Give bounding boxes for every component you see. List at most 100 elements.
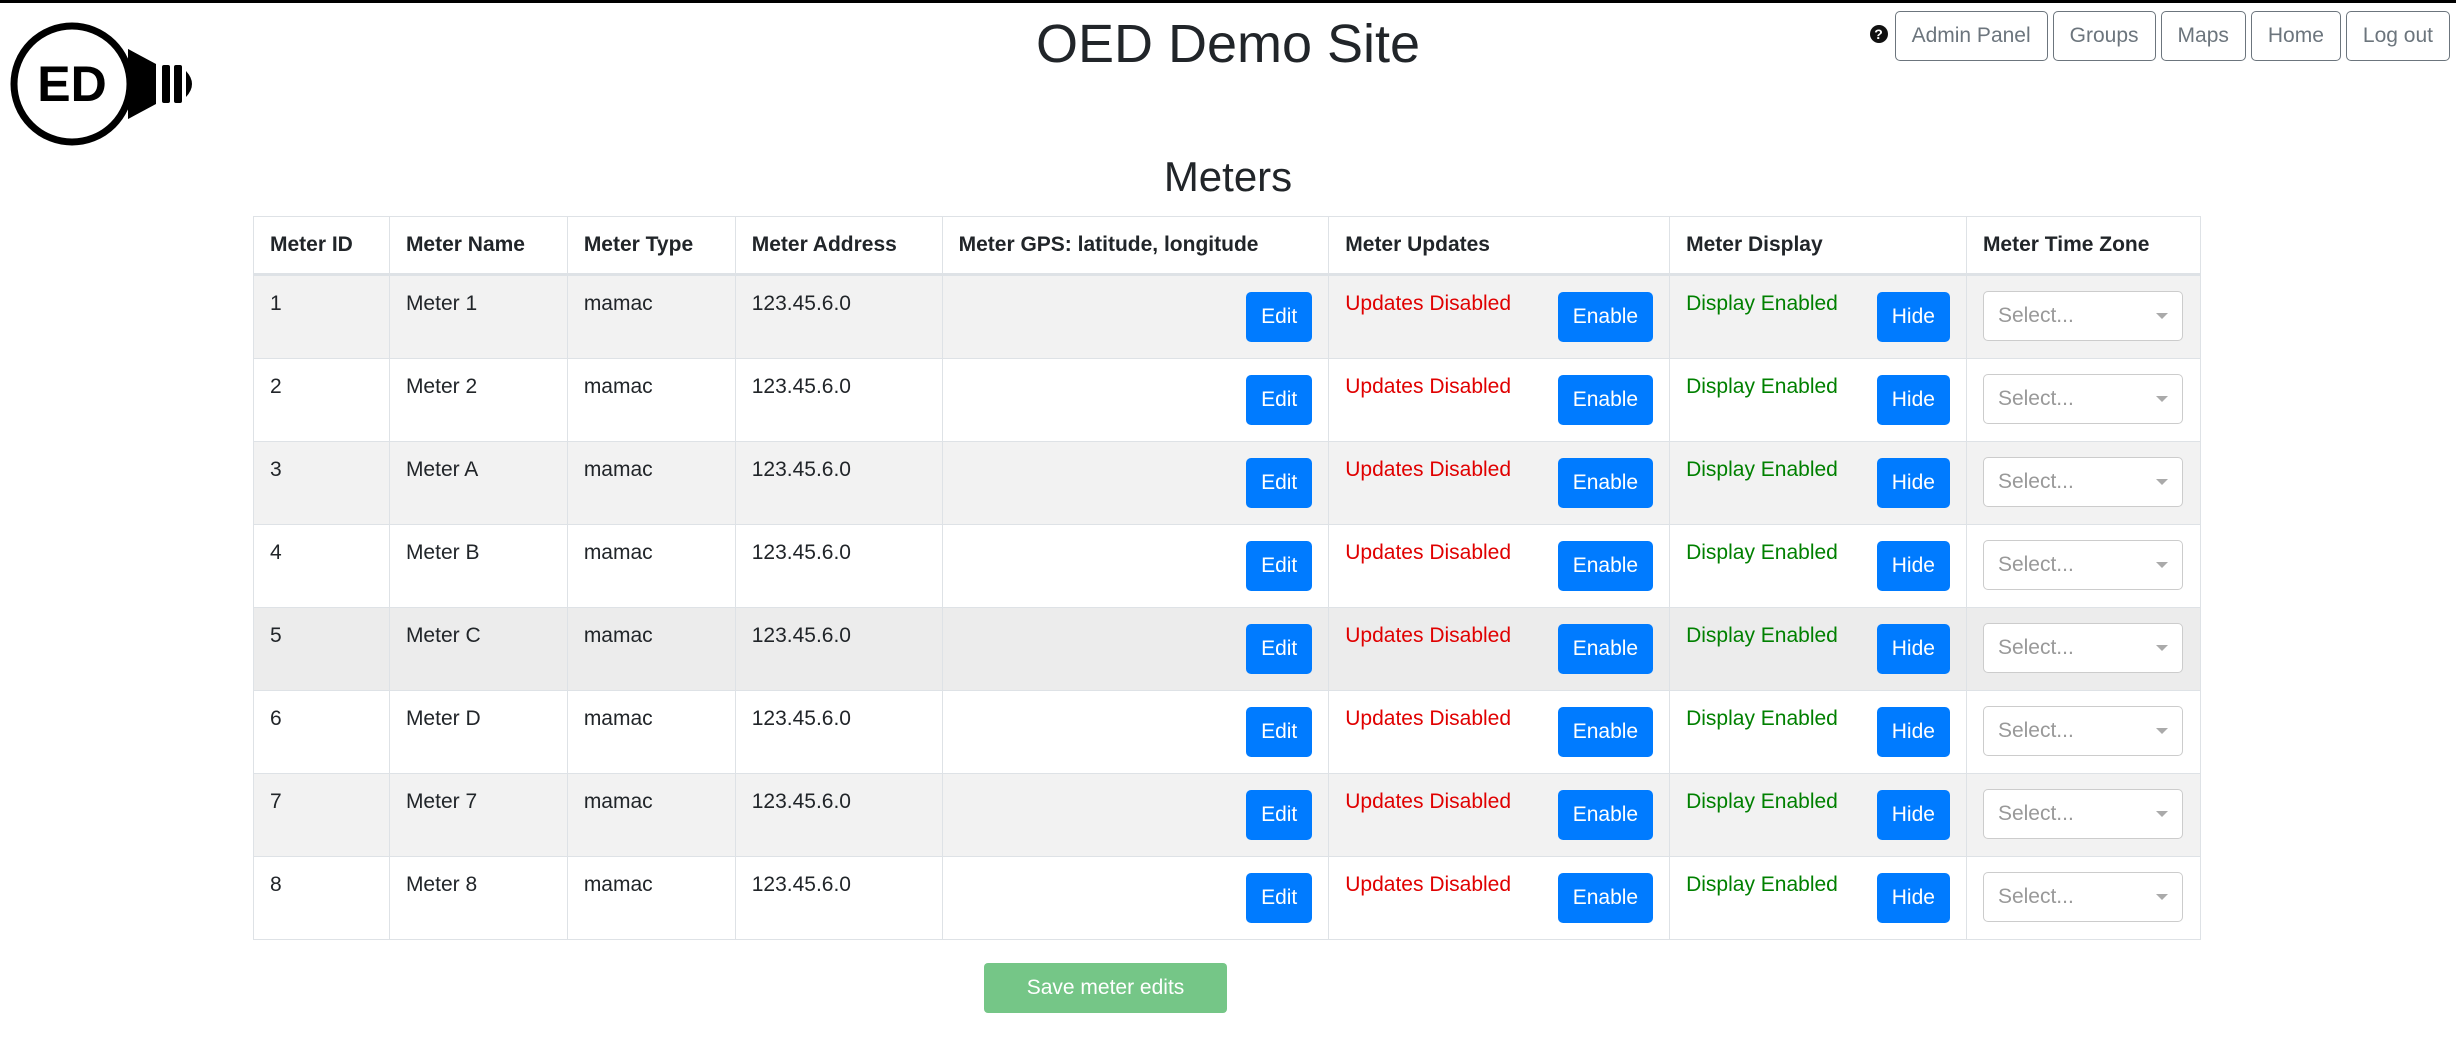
table-row: 7 Meter 7 mamac 123.45.6.0 Edit Updates …	[253, 773, 2202, 857]
table-row: 6 Meter D mamac 123.45.6.0 Edit Updates …	[253, 690, 2202, 774]
table-header-row: Meter ID Meter Name Meter Type Meter Add…	[253, 216, 2202, 276]
updates-status: Updates Disabled	[1345, 707, 1512, 730]
hide-display-button[interactable]: Hide	[1876, 624, 1950, 674]
updates-status: Updates Disabled	[1345, 541, 1512, 564]
edit-gps-button[interactable]: Edit	[1246, 292, 1313, 342]
chevron-down-icon	[2155, 479, 2168, 485]
table-row: 4 Meter B mamac 123.45.6.0 Edit Updates …	[253, 524, 2202, 608]
time-zone-placeholder: Select...	[1997, 802, 2074, 825]
chevron-down-icon	[2155, 396, 2168, 402]
help-icon[interactable]: ?	[1869, 25, 1888, 43]
time-zone-select[interactable]: Select...	[1982, 623, 2183, 673]
meter-name: Meter B	[388, 524, 568, 608]
updates-status: Updates Disabled	[1345, 790, 1512, 813]
edit-gps-button[interactable]: Edit	[1246, 458, 1313, 508]
meter-type: mamac	[566, 358, 736, 442]
meter-updates-cell: Updates Disabled Enable	[1328, 690, 1671, 774]
updates-status: Updates Disabled	[1345, 375, 1512, 398]
table-row: 5 Meter C mamac 123.45.6.0 Edit Updates …	[253, 607, 2202, 691]
time-zone-select[interactable]: Select...	[1982, 291, 2183, 341]
edit-gps-button[interactable]: Edit	[1246, 624, 1313, 674]
meter-display-cell: Display Enabled Hide	[1669, 773, 1967, 857]
meter-address: 123.45.6.0	[734, 274, 943, 359]
time-zone-select[interactable]: Select...	[1982, 872, 2183, 922]
hide-display-button[interactable]: Hide	[1876, 458, 1950, 508]
meter-address: 123.45.6.0	[734, 358, 943, 442]
svg-text:ED: ED	[37, 56, 106, 112]
column-header-meter-name: Meter Name	[388, 216, 568, 276]
edit-gps-button[interactable]: Edit	[1246, 375, 1313, 425]
column-header-meter-gps: Meter GPS: latitude, longitude	[941, 216, 1330, 276]
meter-name: Meter C	[388, 607, 568, 691]
enable-updates-button[interactable]: Enable	[1557, 790, 1654, 840]
meter-display-cell: Display Enabled Hide	[1669, 856, 1967, 940]
meter-display-cell: Display Enabled Hide	[1669, 607, 1967, 691]
column-header-meter-time-zone: Meter Time Zone	[1965, 216, 2202, 276]
enable-updates-button[interactable]: Enable	[1557, 707, 1654, 757]
updates-status: Updates Disabled	[1345, 873, 1512, 896]
meter-address: 123.45.6.0	[734, 524, 943, 608]
enable-updates-button[interactable]: Enable	[1557, 873, 1654, 923]
meter-type: mamac	[566, 441, 736, 525]
display-status: Display Enabled	[1686, 707, 1838, 730]
hide-display-button[interactable]: Hide	[1876, 790, 1950, 840]
meter-type: mamac	[566, 690, 736, 774]
time-zone-select[interactable]: Select...	[1982, 374, 2183, 424]
groups-button[interactable]: Groups	[2052, 11, 2156, 61]
column-header-meter-updates: Meter Updates	[1328, 216, 1671, 276]
enable-updates-button[interactable]: Enable	[1557, 292, 1654, 342]
enable-updates-button[interactable]: Enable	[1557, 458, 1654, 508]
column-header-meter-display: Meter Display	[1669, 216, 1967, 276]
meter-address: 123.45.6.0	[734, 856, 943, 940]
meter-display-cell: Display Enabled Hide	[1669, 274, 1967, 359]
hide-display-button[interactable]: Hide	[1876, 707, 1950, 757]
home-button[interactable]: Home	[2250, 11, 2341, 61]
meter-updates-cell: Updates Disabled Enable	[1328, 274, 1671, 359]
time-zone-placeholder: Select...	[1997, 719, 2074, 742]
meter-time-zone-cell: Select...	[1965, 856, 2202, 940]
time-zone-select[interactable]: Select...	[1982, 540, 2183, 590]
meter-id: 5	[253, 607, 390, 691]
display-status: Display Enabled	[1686, 790, 1838, 813]
hide-display-button[interactable]: Hide	[1876, 873, 1950, 923]
display-status: Display Enabled	[1686, 624, 1838, 647]
enable-updates-button[interactable]: Enable	[1557, 541, 1654, 591]
chevron-down-icon	[2155, 894, 2168, 900]
meter-id: 3	[253, 441, 390, 525]
logout-button[interactable]: Log out	[2345, 11, 2450, 61]
meter-type: mamac	[566, 524, 736, 608]
table-row: 2 Meter 2 mamac 123.45.6.0 Edit Updates …	[253, 358, 2202, 442]
meter-type: mamac	[566, 274, 736, 359]
edit-gps-button[interactable]: Edit	[1246, 790, 1313, 840]
page-heading: Meters	[1163, 153, 1293, 200]
hide-display-button[interactable]: Hide	[1876, 292, 1950, 342]
display-status: Display Enabled	[1686, 541, 1838, 564]
maps-button[interactable]: Maps	[2160, 11, 2246, 61]
meter-display-cell: Display Enabled Hide	[1669, 690, 1967, 774]
meter-id: 1	[253, 274, 390, 359]
enable-updates-button[interactable]: Enable	[1557, 624, 1654, 674]
hide-display-button[interactable]: Hide	[1876, 541, 1950, 591]
time-zone-placeholder: Select...	[1997, 636, 2074, 659]
edit-gps-button[interactable]: Edit	[1246, 541, 1313, 591]
meter-updates-cell: Updates Disabled Enable	[1328, 856, 1671, 940]
chevron-down-icon	[2155, 645, 2168, 651]
meter-gps-cell: Edit	[941, 441, 1330, 525]
edit-gps-button[interactable]: Edit	[1246, 873, 1313, 923]
hide-display-button[interactable]: Hide	[1876, 375, 1950, 425]
meter-gps-cell: Edit	[941, 358, 1330, 442]
edit-gps-button[interactable]: Edit	[1246, 707, 1313, 757]
time-zone-select[interactable]: Select...	[1982, 789, 2183, 839]
admin-panel-button[interactable]: Admin Panel	[1894, 11, 2048, 61]
meter-updates-cell: Updates Disabled Enable	[1328, 773, 1671, 857]
column-header-meter-id: Meter ID	[253, 216, 390, 276]
time-zone-select[interactable]: Select...	[1982, 706, 2183, 756]
save-meter-edits-button[interactable]: Save meter edits	[984, 963, 1227, 1013]
column-header-meter-type: Meter Type	[566, 216, 736, 276]
meter-gps-cell: Edit	[941, 274, 1330, 359]
enable-updates-button[interactable]: Enable	[1557, 375, 1654, 425]
meter-id: 4	[253, 524, 390, 608]
time-zone-select[interactable]: Select...	[1982, 457, 2183, 507]
column-header-meter-address: Meter Address	[734, 216, 943, 276]
chevron-down-icon	[2155, 313, 2168, 319]
